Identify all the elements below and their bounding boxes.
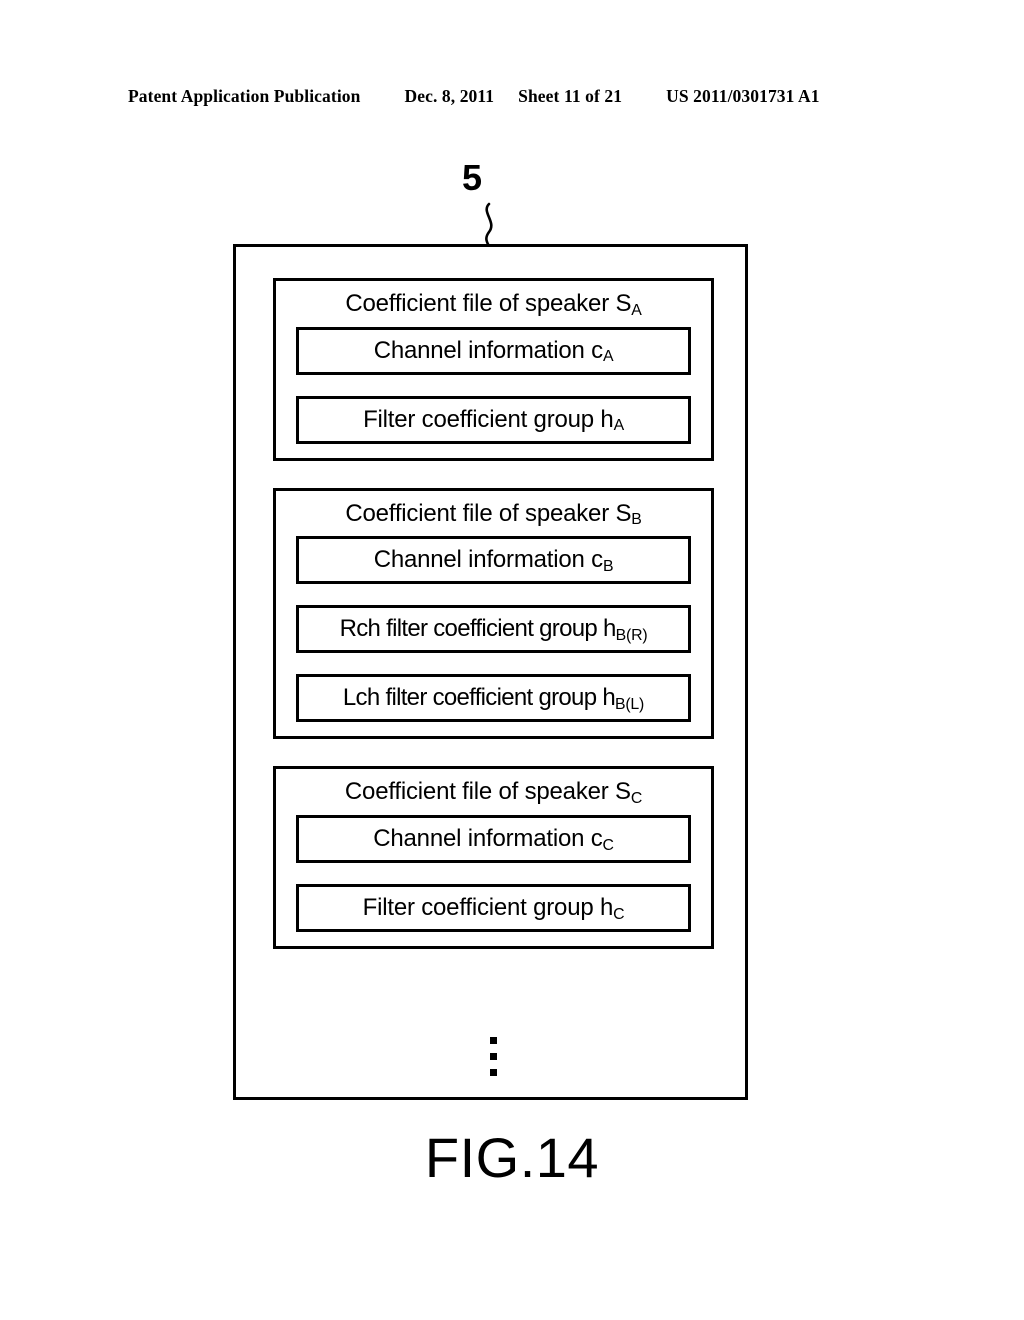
field-subscript-lch-filter-coefficient-group-b: B(L) — [614, 696, 645, 714]
field-subscript-filter-coefficient-group-a: A — [613, 417, 625, 435]
field-text-channel-information-b: Channel information c — [373, 546, 603, 574]
header-date-text: Dec. 8, 2011 — [404, 86, 495, 106]
field-box-rch-filter-coefficient-group-b: Rch filter coefficient group hB(R) — [296, 605, 691, 654]
header-publication-text: Patent Application Publication — [128, 86, 361, 106]
field-box-filter-coefficient-group-a: Filter coefficient group hA — [296, 395, 691, 444]
coefficient-file-blocks-area: Coefficient file of speaker SA Channel i… — [273, 278, 714, 950]
field-text-rch-filter-coefficient-group-b: Rch filter coefficient group h — [339, 615, 617, 643]
page-header: Patent Application Publication Dec. 8, 2… — [128, 86, 896, 107]
leader-line-icon — [485, 202, 493, 250]
field-text-lch-filter-coefficient-group-b: Lch filter coefficient group h — [342, 684, 616, 712]
field-subscript-channel-information-b: B — [602, 558, 614, 576]
ellipsis-dot — [490, 1037, 497, 1044]
field-text-filter-coefficient-group-c: Filter coefficient group h — [362, 894, 614, 922]
coefficient-file-title-c-text: Coefficient file of speaker S — [344, 778, 631, 806]
field-box-filter-coefficient-group-c: Filter coefficient group hC — [296, 884, 691, 933]
coefficient-file-title-b-subscript: B — [631, 511, 642, 529]
field-label-channel-information-b: Channel information cB — [373, 546, 614, 576]
coefficient-file-title-a-subscript: A — [631, 301, 642, 319]
field-box-channel-information-a: Channel information cA — [296, 326, 691, 375]
field-subscript-channel-information-a: A — [602, 348, 614, 366]
coefficient-file-block-speaker-c: Coefficient file of speaker SC Channel i… — [273, 766, 714, 950]
field-label-filter-coefficient-group-a: Filter coefficient group hA — [363, 405, 625, 435]
coefficient-file-storage-container: Coefficient file of speaker SA Channel i… — [233, 244, 748, 1100]
field-label-lch-filter-coefficient-group-b: Lch filter coefficient group hB(L) — [342, 684, 645, 714]
field-label-filter-coefficient-group-c: Filter coefficient group hC — [362, 894, 625, 923]
coefficient-file-title-b: Coefficient file of speaker SB — [296, 497, 691, 537]
coefficient-file-title-a-text: Coefficient file of speaker S — [345, 290, 632, 317]
coefficient-file-title-c: Coefficient file of speaker SC — [296, 775, 691, 815]
field-subscript-filter-coefficient-group-c: C — [613, 905, 625, 923]
ellipsis-dot — [490, 1069, 497, 1076]
field-box-lch-filter-coefficient-group-b: Lch filter coefficient group hB(L) — [296, 674, 691, 723]
field-box-channel-information-c: Channel information cC — [296, 815, 691, 864]
field-subscript-channel-information-c: C — [602, 836, 614, 854]
ellipsis-dot — [490, 1053, 497, 1060]
field-text-channel-information-a: Channel information c — [373, 336, 603, 364]
coefficient-file-block-speaker-b: Coefficient file of speaker SB Channel i… — [273, 487, 714, 740]
coefficient-file-title-a: Coefficient file of speaker SA — [296, 287, 691, 327]
vertical-ellipsis-icon — [236, 1037, 751, 1076]
header-patent-number: US 2011/0301731 A1 — [666, 86, 820, 106]
figure-caption: FIG.14 — [424, 1126, 600, 1189]
coefficient-file-title-c-subscript: C — [630, 790, 643, 808]
field-box-channel-information-b: Channel information cB — [296, 536, 691, 585]
field-label-channel-information-c: Channel information cC — [373, 825, 614, 854]
field-text-filter-coefficient-group-a: Filter coefficient group h — [363, 405, 614, 433]
field-text-channel-information-c: Channel information c — [373, 825, 603, 853]
coefficient-file-title-b-text: Coefficient file of speaker S — [345, 499, 632, 527]
field-label-channel-information-a: Channel information cA — [373, 336, 614, 366]
reference-numeral-5: 5 — [462, 157, 483, 198]
coefficient-file-block-speaker-a: Coefficient file of speaker SA Channel i… — [273, 278, 714, 461]
header-sheet-text: Sheet 11 of 21 — [518, 86, 623, 106]
field-subscript-rch-filter-coefficient-group-b: B(R) — [615, 627, 648, 645]
field-label-rch-filter-coefficient-group-b: Rch filter coefficient group hB(R) — [339, 615, 648, 645]
